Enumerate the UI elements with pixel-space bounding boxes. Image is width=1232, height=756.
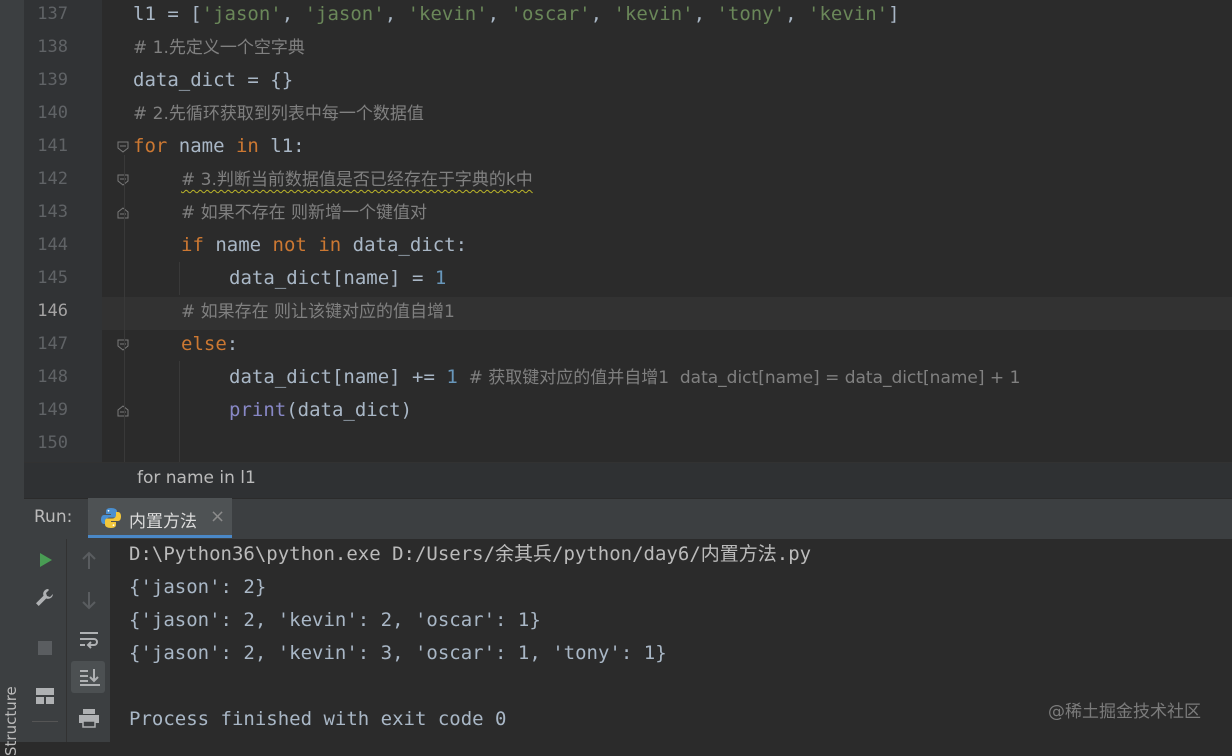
code-line-current: # 如果存在 则让该键对应的值自增1 <box>181 302 455 322</box>
line-number: 147 <box>37 334 68 354</box>
run-icon[interactable] <box>29 544 61 576</box>
line-number: 137 <box>37 4 68 24</box>
python-icon <box>101 508 121 528</box>
fold-end-icon[interactable] <box>117 405 129 417</box>
code-line: # 1.先定义一个空字典 <box>133 38 305 58</box>
code-line: print(data_dict) <box>229 399 413 421</box>
line-number: 139 <box>37 70 68 90</box>
indent-guide <box>124 155 125 462</box>
line-number: 148 <box>37 367 68 387</box>
line-number: 145 <box>37 268 68 288</box>
console-line: D:\Python36\python.exe D:/Users/余其兵/pyth… <box>129 543 812 565</box>
down-arrow-icon[interactable] <box>73 584 105 616</box>
fold-collapse-icon[interactable] <box>117 141 129 153</box>
line-number: 143 <box>37 202 68 222</box>
fold-collapse-icon[interactable] <box>117 339 129 351</box>
code-line: # 2.先循环获取到列表中每一个数据值 <box>133 104 424 124</box>
scroll-to-end-icon[interactable] <box>73 661 105 693</box>
toolbar-divider <box>32 721 58 722</box>
code-line: else: <box>181 333 239 355</box>
indent-guide <box>179 262 180 295</box>
code-line: # 3.判断当前数据值是否已经存在于字典的k中 <box>181 170 533 190</box>
line-number: 144 <box>37 235 68 255</box>
layout-icon[interactable] <box>29 680 61 712</box>
code-line: # 如果不存在 则新增一个键值对 <box>181 203 428 223</box>
console-line: {'jason': 2, 'kevin': 3, 'oscar': 1, 'to… <box>129 642 667 664</box>
line-number: 138 <box>37 37 68 57</box>
code-line: data_dict = {} <box>133 69 294 91</box>
fold-collapse-icon[interactable] <box>117 174 129 186</box>
code-line: if name not in data_dict: <box>181 234 468 256</box>
wrench-icon[interactable] <box>29 582 61 614</box>
side-tool-strip <box>0 0 25 742</box>
code-line: data_dict[name] += 1 # 获取键对应的值并自增1 data_… <box>229 366 1021 388</box>
breadcrumb[interactable]: for name in l1 <box>137 468 256 488</box>
line-number: 150 <box>37 433 68 453</box>
line-number: 142 <box>37 169 68 189</box>
console-line: {'jason': 2} <box>129 576 267 598</box>
code-line: l1 = ['jason', 'jason', 'kevin', 'oscar'… <box>133 3 900 25</box>
line-number: 140 <box>37 103 68 123</box>
soft-wrap-icon[interactable] <box>73 624 105 656</box>
code-line: data_dict[name] = 1 <box>229 267 447 289</box>
console-line: Process finished with exit code 0 <box>129 708 507 730</box>
run-panel-label: Run: <box>34 507 73 527</box>
indent-guide <box>179 361 180 462</box>
close-icon[interactable]: × <box>210 506 225 527</box>
line-number-current: 146 <box>37 301 68 321</box>
line-number: 141 <box>37 136 68 156</box>
structure-tool-tab[interactable]: Structure <box>2 680 22 756</box>
stop-icon[interactable] <box>29 632 61 664</box>
run-tab-label: 内置方法 <box>129 512 197 532</box>
console-line: {'jason': 2, 'kevin': 2, 'oscar': 1} <box>129 609 541 631</box>
code-line: for name in l1: <box>133 135 305 157</box>
watermark: @稀土掘金技术社区 <box>1048 702 1201 722</box>
fold-end-icon[interactable] <box>117 207 129 219</box>
up-arrow-icon[interactable] <box>73 545 105 577</box>
print-icon[interactable] <box>73 702 105 734</box>
line-number: 149 <box>37 400 68 420</box>
